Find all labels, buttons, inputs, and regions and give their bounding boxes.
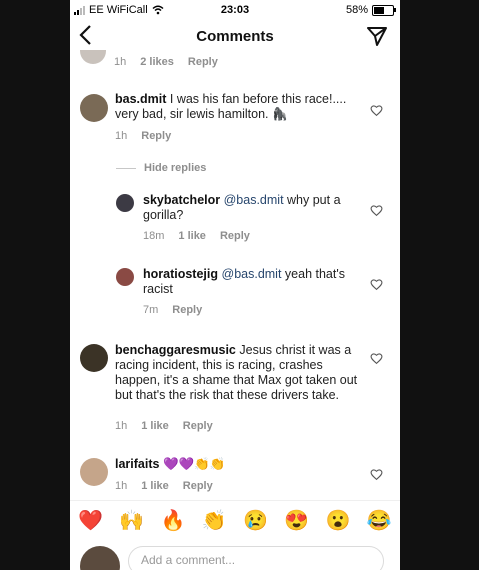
likes-count[interactable]: 2 likes xyxy=(140,56,174,68)
comment-meta: 1h 1 like Reply xyxy=(115,420,213,432)
likes-count[interactable]: 1 like xyxy=(141,420,169,432)
avatar[interactable] xyxy=(80,458,108,486)
comment-meta: 18m 1 like Reply xyxy=(143,230,250,242)
avatar[interactable] xyxy=(80,94,108,122)
heart-icon[interactable] xyxy=(370,278,383,291)
comment-username[interactable]: skybatchelor xyxy=(143,193,220,207)
battery-icon xyxy=(372,4,396,16)
reply-button[interactable]: Reply xyxy=(220,230,250,242)
comments-list: 1h 2 likes Reply bas.dmit I was his fan … xyxy=(70,50,400,500)
comment-body: 💜💜👏👏 xyxy=(159,457,226,471)
emoji-button[interactable]: 🙌 xyxy=(119,508,144,533)
battery-percent: 58% xyxy=(345,4,368,16)
emoji-button[interactable]: 👏 xyxy=(202,508,227,533)
emoji-quick-bar: ❤️ 🙌 🔥 👏 😢 😍 😮 😂 xyxy=(70,500,400,539)
heart-icon[interactable] xyxy=(370,104,383,117)
comment-text: benchaggaresmusic Jesus christ it was a … xyxy=(115,343,365,403)
list-item: skybatchelor @bas.dmit why put a gorilla… xyxy=(70,190,400,250)
list-item: horatiostejig @bas.dmit yeah that's raci… xyxy=(70,264,400,324)
comment-meta: 7m Reply xyxy=(143,304,202,316)
emoji-button[interactable]: ❤️ xyxy=(78,508,103,533)
status-bar: EE WiFiCall 23:03 58% xyxy=(70,0,400,20)
comment-username[interactable]: benchaggaresmusic xyxy=(115,343,236,357)
comment-time: 1h xyxy=(114,56,127,68)
comment-input[interactable]: Add a comment... xyxy=(128,546,384,570)
emoji-button[interactable]: 😢 xyxy=(243,508,268,533)
comment-time: 7m xyxy=(143,304,159,316)
emoji-button[interactable]: 😮 xyxy=(326,508,351,533)
avatar[interactable] xyxy=(80,50,106,64)
comment-meta: 1h Reply xyxy=(115,130,171,142)
emoji-button[interactable]: 😂 xyxy=(367,508,392,533)
comment-time: 1h xyxy=(115,130,128,142)
avatar[interactable] xyxy=(80,344,108,372)
comment-composer: Add a comment... xyxy=(70,540,400,570)
comment-meta: 1h 2 likes Reply xyxy=(114,56,218,68)
emoji-button[interactable]: 😍 xyxy=(284,508,309,533)
emoji-button[interactable]: 🔥 xyxy=(161,508,186,533)
send-icon[interactable] xyxy=(366,25,388,52)
comment-username[interactable]: larifaits xyxy=(115,457,159,471)
mention-link[interactable]: @bas.dmit xyxy=(222,267,282,281)
avatar[interactable] xyxy=(116,194,134,212)
heart-icon[interactable] xyxy=(370,204,383,217)
hide-replies-label: Hide replies xyxy=(144,162,207,174)
heart-icon[interactable] xyxy=(370,352,383,365)
phone-screen: EE WiFiCall 23:03 58% Comments 1h 2 like… xyxy=(70,0,400,570)
heart-icon[interactable] xyxy=(370,468,383,481)
divider xyxy=(116,167,136,169)
comment-username[interactable]: horatiostejig xyxy=(143,267,218,281)
list-item: benchaggaresmusic Jesus christ it was a … xyxy=(70,340,400,440)
likes-count[interactable]: 1 like xyxy=(141,480,169,492)
comment-text: larifaits 💜💜👏👏 xyxy=(115,457,365,472)
hide-replies-button[interactable]: Hide replies xyxy=(116,162,206,174)
comment-text: bas.dmit I was his fan before this race!… xyxy=(115,92,365,122)
mention-link[interactable]: @bas.dmit xyxy=(224,193,284,207)
comment-meta: 1h 1 like Reply xyxy=(115,480,213,492)
list-item: larifaits 💜💜👏👏 1h 1 like Reply xyxy=(70,454,400,500)
reply-button[interactable]: Reply xyxy=(172,304,202,316)
list-item: bas.dmit I was his fan before this race!… xyxy=(70,90,400,150)
comment-username[interactable]: bas.dmit xyxy=(115,92,166,106)
comment-time: 1h xyxy=(115,420,128,432)
comment-time: 1h xyxy=(115,480,128,492)
avatar[interactable] xyxy=(116,268,134,286)
likes-count[interactable]: 1 like xyxy=(178,230,206,242)
comment-text: horatiostejig @bas.dmit yeah that's raci… xyxy=(143,267,358,297)
reply-button[interactable]: Reply xyxy=(183,420,213,432)
avatar xyxy=(80,546,120,570)
reply-button[interactable]: Reply xyxy=(141,130,171,142)
reply-button[interactable]: Reply xyxy=(188,56,218,68)
comment-text: skybatchelor @bas.dmit why put a gorilla… xyxy=(143,193,358,223)
page-title: Comments xyxy=(196,28,274,45)
reply-button[interactable]: Reply xyxy=(183,480,213,492)
battery-fill xyxy=(374,6,384,14)
comment-time: 18m xyxy=(143,230,165,242)
